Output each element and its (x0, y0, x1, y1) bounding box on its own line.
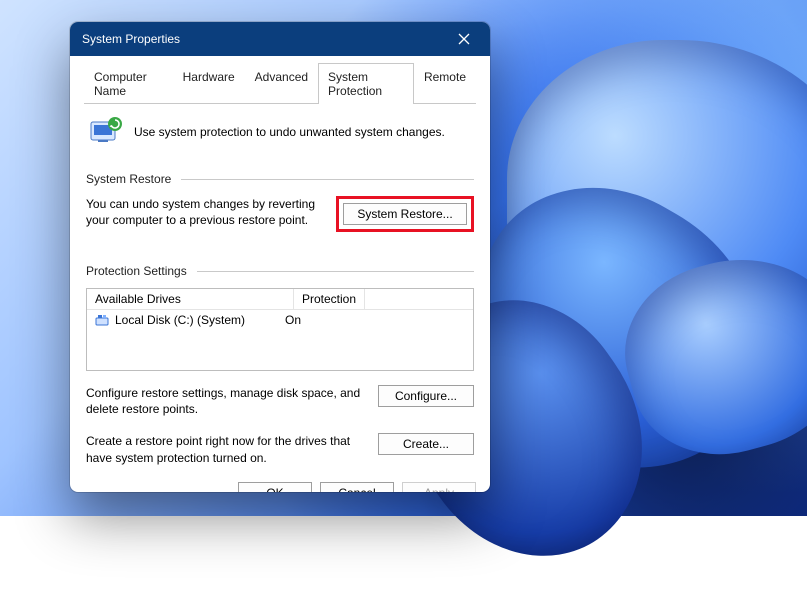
window-title: System Properties (82, 32, 180, 46)
tab-remote[interactable]: Remote (414, 63, 476, 104)
annotation-highlight: System Restore... (336, 196, 474, 232)
system-properties-dialog: System Properties Computer Name Hardware… (70, 22, 490, 492)
col-available-drives[interactable]: Available Drives (87, 289, 294, 309)
tab-computer-name[interactable]: Computer Name (84, 63, 173, 104)
ok-button[interactable]: OK (238, 482, 312, 492)
cancel-button[interactable]: Cancel (320, 482, 394, 492)
drive-protection-status: On (285, 313, 301, 327)
configure-button[interactable]: Configure... (378, 385, 474, 407)
info-text: Use system protection to undo unwanted s… (134, 125, 445, 139)
tab-strip: Computer Name Hardware Advanced System P… (84, 62, 476, 104)
close-button[interactable] (442, 22, 486, 56)
group-system-restore-title: System Restore (86, 172, 171, 186)
group-protection-settings-title: Protection Settings (86, 264, 187, 278)
title-bar[interactable]: System Properties (70, 22, 490, 56)
col-protection[interactable]: Protection (294, 289, 365, 309)
dialog-footer: OK Cancel Apply (70, 472, 490, 492)
tab-system-protection[interactable]: System Protection (318, 63, 414, 104)
table-row[interactable]: Local Disk (C:) (System) On (87, 310, 473, 330)
drive-icon (95, 313, 109, 327)
tab-hardware[interactable]: Hardware (173, 63, 245, 104)
close-icon (458, 33, 470, 45)
configure-desc: Configure restore settings, manage disk … (86, 385, 364, 417)
create-desc: Create a restore point right now for the… (86, 433, 364, 465)
protection-drives-table[interactable]: Available Drives Protection Local Disk (… (86, 288, 474, 371)
create-button[interactable]: Create... (378, 433, 474, 455)
system-restore-desc: You can undo system changes by reverting… (86, 196, 322, 228)
divider (197, 271, 474, 272)
tab-advanced[interactable]: Advanced (245, 63, 318, 104)
apply-button[interactable]: Apply (402, 482, 476, 492)
system-restore-button[interactable]: System Restore... (343, 203, 467, 225)
drive-name: Local Disk (C:) (System) (115, 313, 245, 327)
divider (181, 179, 474, 180)
system-protection-icon (88, 114, 124, 150)
